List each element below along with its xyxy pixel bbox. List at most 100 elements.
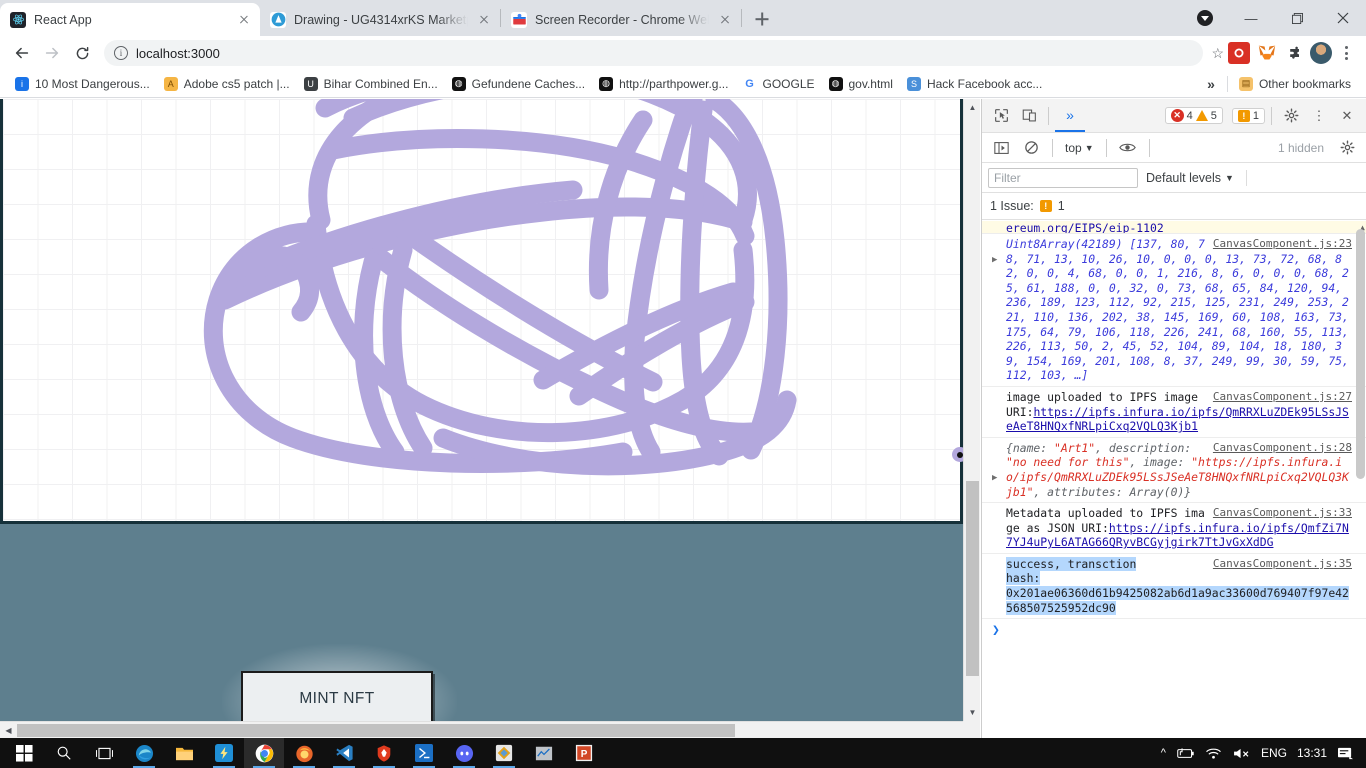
vscode-icon[interactable] xyxy=(324,738,364,768)
task-view-icon[interactable] xyxy=(84,738,124,768)
scroll-left-arrow-icon[interactable]: ◀ xyxy=(0,722,17,739)
scroll-down-arrow-icon[interactable]: ▼ xyxy=(964,704,981,721)
source-location-link[interactable]: CanvasComponent.js:33 xyxy=(1213,506,1352,521)
execution-context-selector[interactable]: top ▼ xyxy=(1061,141,1098,155)
source-location-link[interactable]: CanvasComponent.js:28 xyxy=(1213,441,1352,456)
reload-button[interactable] xyxy=(68,39,96,67)
info-circle-icon[interactable]: i xyxy=(114,46,128,60)
scroll-up-arrow-icon[interactable]: ▲ xyxy=(964,99,981,116)
address-bar[interactable]: i localhost:3000 xyxy=(104,40,1204,66)
drawing-canvas[interactable] xyxy=(0,99,963,524)
bookmark-item[interactable]: ◍ gov.html xyxy=(822,73,900,95)
issues-badge[interactable]: ! 1 xyxy=(1231,107,1265,124)
windows-start-icon[interactable] xyxy=(4,738,44,768)
show-hidden-icons-chevron[interactable]: ^ xyxy=(1161,747,1166,759)
bookmark-item[interactable]: U Bihar Combined En... xyxy=(297,73,445,95)
firefox-icon[interactable] xyxy=(284,738,324,768)
bookmark-item[interactable]: ◍ http://parthpower.g... xyxy=(592,73,735,95)
console-warning-truncated[interactable]: ereum.org/EIPS/eip-1102 xyxy=(982,221,1366,234)
page-vertical-scrollbar[interactable]: ▲ ▼ xyxy=(963,99,980,721)
source-location-link[interactable]: CanvasComponent.js:35 xyxy=(1213,557,1352,572)
bookmark-item[interactable]: ◍ Gefundene Caches... xyxy=(445,73,592,95)
wifi-icon[interactable] xyxy=(1205,747,1222,760)
browser-tab-drawing[interactable]: Drawing - UG4314xrKS Marketpla xyxy=(260,3,500,36)
warning-link-text[interactable]: ereum.org/EIPS/eip-1102 xyxy=(1006,221,1164,233)
console-message-metadata-upload[interactable]: CanvasComponent.js:33 Metadata uploaded … xyxy=(982,503,1366,554)
powershell-icon[interactable] xyxy=(404,738,444,768)
expand-arrow-icon[interactable]: ▶ xyxy=(992,253,997,268)
horizontal-scrollbar-thumb[interactable] xyxy=(17,724,735,737)
console-settings-gear-icon[interactable] xyxy=(1334,135,1360,161)
console-scrollbar[interactable]: ▲ xyxy=(1355,221,1366,738)
issues-bar[interactable]: 1 Issue: ! 1 xyxy=(982,193,1366,220)
ipfs-image-uri-link[interactable]: https://ipfs.infura.io/ipfs/QmRRXLuZDEk9… xyxy=(1006,405,1349,434)
mint-nft-button[interactable]: MINT NFT xyxy=(241,671,433,721)
tab-close-icon[interactable] xyxy=(476,12,492,28)
bookmarks-overflow-button[interactable]: » xyxy=(1199,76,1223,92)
ganache-icon[interactable] xyxy=(484,738,524,768)
brave-browser-icon[interactable] xyxy=(364,738,404,768)
log-levels-dropdown[interactable]: Default levels ▼ xyxy=(1146,171,1234,185)
device-toolbar-icon[interactable] xyxy=(1016,103,1042,129)
console-message-list[interactable]: ereum.org/EIPS/eip-1102 ▶ CanvasComponen… xyxy=(982,221,1366,738)
maximize-button[interactable] xyxy=(1274,0,1320,36)
tab-close-icon[interactable] xyxy=(717,12,733,28)
console-scrollbar-thumb[interactable] xyxy=(1356,229,1365,479)
taskbar-clock[interactable]: 13:31 xyxy=(1297,747,1327,759)
bookmark-item[interactable]: i 10 Most Dangerous... xyxy=(8,73,157,95)
minimize-button[interactable]: — xyxy=(1228,0,1274,36)
browser-tab-react-app[interactable]: React App xyxy=(0,3,260,36)
vertical-scrollbar-thumb[interactable] xyxy=(966,481,979,676)
chrome-menu-button[interactable] xyxy=(1334,40,1358,66)
devtools-more-tabs-button[interactable]: » xyxy=(1055,99,1085,132)
back-button[interactable] xyxy=(8,39,36,67)
bookmark-item[interactable]: A Adobe cs5 patch |... xyxy=(157,73,297,95)
tab-close-icon[interactable] xyxy=(236,12,252,28)
browser-tab-screen-recorder[interactable]: Screen Recorder - Chrome Web S xyxy=(501,3,741,36)
console-prompt[interactable]: ❯ xyxy=(982,619,1366,644)
extensions-puzzle-icon[interactable] xyxy=(1284,42,1306,64)
console-message-image-upload[interactable]: CanvasComponent.js:27 image uploaded to … xyxy=(982,387,1366,438)
file-explorer-icon[interactable] xyxy=(164,738,204,768)
source-location-link[interactable]: CanvasComponent.js:23 xyxy=(1213,237,1352,252)
page-horizontal-scrollbar[interactable]: ◀ ▶ xyxy=(0,721,980,738)
microsoft-edge-icon[interactable] xyxy=(124,738,164,768)
discord-icon[interactable] xyxy=(444,738,484,768)
filter-input[interactable]: Filter xyxy=(988,167,1138,188)
expand-arrow-icon[interactable]: ▶ xyxy=(992,471,997,486)
devtools-menu-button[interactable]: ⋮ xyxy=(1306,103,1332,129)
close-window-button[interactable] xyxy=(1320,0,1366,36)
inspect-element-icon[interactable] xyxy=(988,103,1014,129)
forward-button[interactable] xyxy=(38,39,66,67)
bookmark-item[interactable]: S Hack Facebook acc... xyxy=(900,73,1049,95)
bookmark-item[interactable]: G GOOGLE xyxy=(735,73,821,95)
new-tab-button[interactable] xyxy=(748,5,776,33)
postman-icon[interactable] xyxy=(204,738,244,768)
source-location-link[interactable]: CanvasComponent.js:27 xyxy=(1213,390,1352,405)
bookmark-favicon: U xyxy=(303,76,318,91)
object-mid2: , image: xyxy=(1129,455,1192,470)
red-extension-icon[interactable] xyxy=(1228,42,1250,64)
profile-avatar[interactable] xyxy=(1310,42,1332,64)
console-message-metadata-object[interactable]: ▶ CanvasComponent.js:28 {name: "Art1", d… xyxy=(982,438,1366,504)
console-message-transaction-success[interactable]: CanvasComponent.js:35 success, transctio… xyxy=(982,554,1366,620)
error-warning-badges[interactable]: ✕ 4 5 xyxy=(1164,107,1223,124)
console-sidebar-icon[interactable] xyxy=(988,135,1014,161)
google-chrome-icon[interactable] xyxy=(244,738,284,768)
close-devtools-button[interactable]: ✕ xyxy=(1334,103,1360,129)
search-icon[interactable] xyxy=(44,738,84,768)
volume-muted-icon[interactable] xyxy=(1232,747,1251,760)
battery-charging-icon[interactable] xyxy=(1176,747,1195,760)
language-indicator[interactable]: ENG xyxy=(1261,746,1287,760)
live-expression-eye-icon[interactable] xyxy=(1115,135,1141,161)
profile-caret-button[interactable] xyxy=(1182,0,1228,36)
action-center-icon[interactable] xyxy=(1337,746,1354,761)
console-message-uint8array[interactable]: ▶ CanvasComponent.js:23 Uint8Array(42189… xyxy=(982,234,1366,387)
task-manager-icon[interactable] xyxy=(524,738,564,768)
metamask-icon[interactable] xyxy=(1256,42,1278,64)
powerpoint-icon[interactable]: P xyxy=(564,738,604,768)
clear-console-icon[interactable] xyxy=(1018,135,1044,161)
other-bookmarks-button[interactable]: ▤ Other bookmarks xyxy=(1232,73,1358,95)
bookmark-star-icon[interactable]: ☆ xyxy=(1211,45,1224,62)
gear-icon[interactable] xyxy=(1278,103,1304,129)
